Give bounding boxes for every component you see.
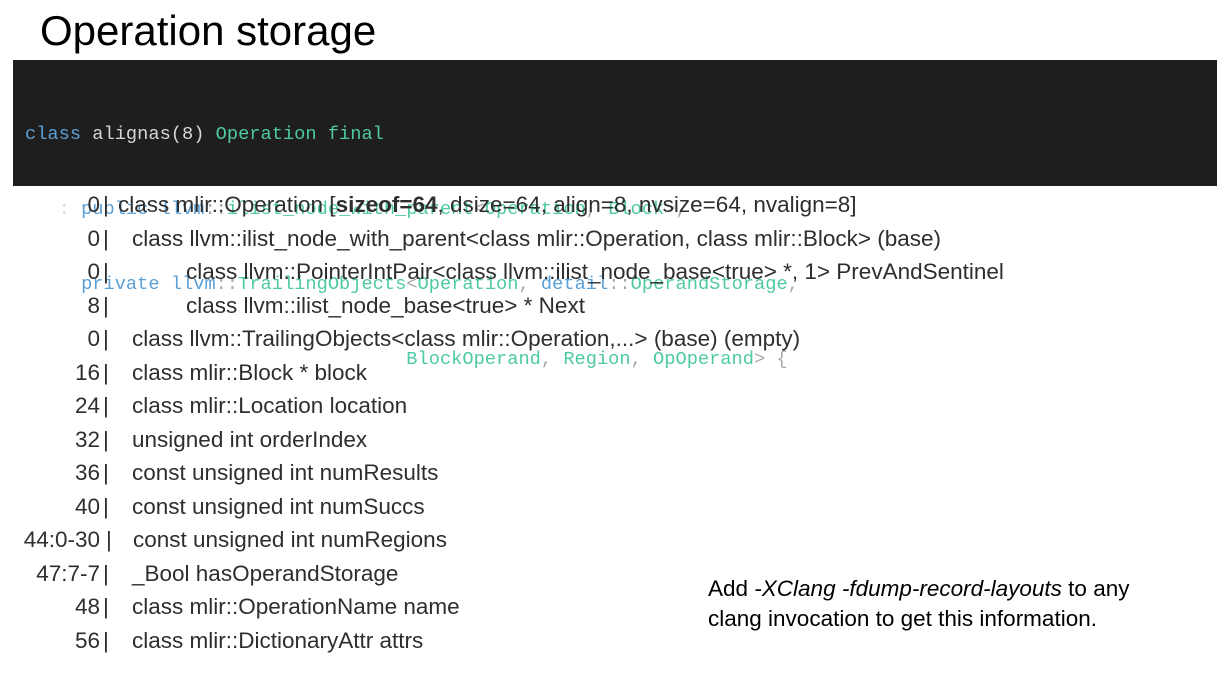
layout-offset: 36 xyxy=(74,460,100,485)
layout-row: 32 | unsigned int orderIndex xyxy=(0,423,1100,457)
note-text: Add xyxy=(708,576,755,601)
layout-row: 0 | class llvm::PointerIntPair<class llv… xyxy=(0,255,1100,289)
layout-separator: | xyxy=(103,594,109,619)
layout-declaration: class mlir::OperationName name xyxy=(132,594,460,619)
layout-separator: | xyxy=(103,426,109,452)
slide-title: Operation storage xyxy=(40,7,377,54)
layout-row: 24 | class mlir::Location location xyxy=(0,389,1100,423)
layout-row: 40 | const unsigned int numSuccs xyxy=(0,490,1100,524)
decl-text: class mlir::Operation [ xyxy=(118,192,336,217)
layout-separator: | xyxy=(103,627,109,653)
layout-offset: 8 xyxy=(87,292,100,318)
code-block: class alignas(8) Operation final : publi… xyxy=(13,60,1217,370)
layout-separator: | xyxy=(103,493,109,519)
layout-declaration: const unsigned int numResults xyxy=(132,460,439,485)
layout-separator: | xyxy=(103,192,109,217)
layout-separator: | xyxy=(103,292,109,318)
layout-separator: | xyxy=(103,560,109,586)
layout-declaration: class llvm::TrailingObjects<class mlir::… xyxy=(132,326,801,351)
code-text: alignas(8) xyxy=(81,123,216,145)
layout-offset: 16 xyxy=(74,359,100,385)
layout-separator: | xyxy=(106,527,112,552)
layout-offset: 0 xyxy=(87,259,100,284)
decl-sizeof: sizeof=64 xyxy=(335,192,438,217)
layout-separator: | xyxy=(103,259,109,284)
code-keyword: class xyxy=(25,123,82,145)
layout-offset: 47:7-7 xyxy=(36,560,100,586)
layout-offset: 24 xyxy=(74,393,100,418)
layout-declaration: class llvm::ilist_node_base<true> * Next xyxy=(186,292,585,318)
layout-declaration: class mlir::DictionaryAttr attrs xyxy=(132,627,424,653)
layout-row: 8 | class llvm::ilist_node_base<true> * … xyxy=(0,289,1100,323)
code-line-1: class alignas(8) Operation final xyxy=(25,122,1217,147)
layout-separator: | xyxy=(103,225,109,251)
layout-offset: 32 xyxy=(74,426,100,452)
layout-separator: | xyxy=(103,326,109,351)
layout-offset: 56 xyxy=(74,627,100,653)
layout-declaration: class mlir::Block * block xyxy=(132,359,368,385)
layout-declaration: class llvm::PointerIntPair<class llvm::i… xyxy=(186,259,1004,284)
layout-declaration: const unsigned int numSuccs xyxy=(132,493,425,519)
layout-declaration: class llvm::ilist_node_with_parent<class… xyxy=(132,225,942,251)
code-keyword: final xyxy=(327,123,384,145)
layout-row: 0 | class llvm::TrailingObjects<class ml… xyxy=(0,322,1100,356)
layout-row: 16 | class mlir::Block * block xyxy=(0,356,1100,390)
note-flags: -XClang -fdump-record-layouts xyxy=(754,576,1062,601)
layout-offset: 48 xyxy=(74,594,100,619)
layout-row: 44:0-30 | const unsigned int numRegions xyxy=(0,523,1100,557)
decl-text: , dsize=64, align=8, nvsize=64, nvalign=… xyxy=(437,192,857,217)
layout-separator: | xyxy=(103,460,109,485)
layout-row: 0 | class mlir::Operation [sizeof=64, ds… xyxy=(0,188,1100,222)
layout-declaration: class mlir::Location location xyxy=(132,393,408,418)
layout-offset: 44:0-30 xyxy=(23,527,100,552)
layout-declaration: class mlir::Operation [sizeof=64, dsize=… xyxy=(118,188,857,222)
layout-declaration: unsigned int orderIndex xyxy=(132,426,368,452)
usage-note: Add -XClang -fdump-record-layouts to any… xyxy=(708,574,1188,634)
layout-separator: | xyxy=(103,359,109,385)
layout-offset: 0 xyxy=(87,192,100,217)
code-type: Operation xyxy=(215,123,317,145)
layout-offset: 0 xyxy=(87,225,100,251)
layout-declaration: const unsigned int numRegions xyxy=(133,527,447,552)
layout-declaration: _Bool hasOperandStorage xyxy=(132,560,399,586)
layout-row: 36 | const unsigned int numResults xyxy=(0,456,1100,490)
layout-separator: | xyxy=(103,393,109,418)
layout-offset: 40 xyxy=(74,493,100,519)
layout-offset: 0 xyxy=(87,326,100,351)
layout-row: 0 | class llvm::ilist_node_with_parent<c… xyxy=(0,222,1100,256)
